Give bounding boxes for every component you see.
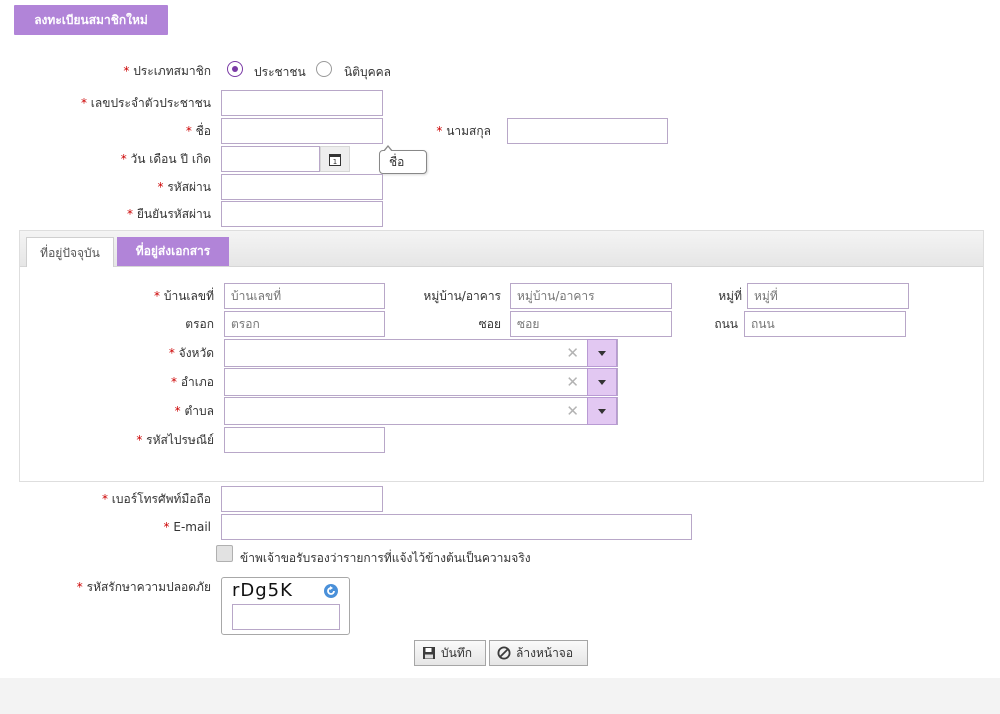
subdistrict-select[interactable]: ✕	[224, 397, 618, 425]
email-input[interactable]	[221, 514, 692, 540]
mobile-label: * เบอร์โทรศัพท์มือถือ	[101, 492, 211, 506]
clear-icon[interactable]: ✕	[566, 343, 579, 363]
first-name-input[interactable]	[221, 118, 383, 144]
member-type-label: * ประเภทสมาชิก	[123, 64, 211, 78]
radio-juristic[interactable]	[316, 61, 332, 77]
tab-mailing-address[interactable]: ที่อยู่ส่งเอกสาร	[117, 237, 229, 266]
radio-citizen[interactable]	[227, 61, 243, 77]
first-name-label: * ชื่อ	[185, 124, 211, 138]
dropdown-arrow-icon[interactable]	[587, 397, 617, 425]
tab-current-address[interactable]: ที่อยู่ปัจจุบัน	[26, 237, 114, 267]
email-label: * E-mail	[163, 520, 211, 534]
dropdown-arrow-icon[interactable]	[587, 339, 617, 367]
password-input[interactable]	[221, 174, 383, 200]
province-label: * จังหวัด	[168, 346, 214, 360]
village-label: หมู่บ้าน/อาคาร	[423, 289, 501, 303]
confirm-password-label: * ยืนยันรหัสผ่าน	[127, 207, 211, 221]
district-select[interactable]: ✕	[224, 368, 618, 396]
clear-button-label: ล้างหน้าจอ	[516, 646, 574, 660]
citizen-id-input[interactable]	[221, 90, 383, 116]
clear-button[interactable]: ล้างหน้าจอ	[489, 640, 588, 666]
page-title: ลงทะเบียนสมาชิกใหม่	[14, 5, 168, 35]
captcha-code: rDg5K	[232, 580, 293, 601]
certify-label: ข้าพเจ้าขอรับรองว่ารายการที่แจ้งไว้ข้างต…	[240, 551, 531, 565]
calendar-button[interactable]: 1	[320, 146, 350, 172]
calendar-icon: 1	[329, 154, 341, 166]
clear-icon[interactable]: ✕	[566, 372, 579, 392]
trok-input[interactable]	[224, 311, 385, 337]
village-input[interactable]	[510, 283, 672, 309]
captcha-input[interactable]	[232, 604, 340, 630]
moo-input[interactable]	[747, 283, 909, 309]
postcode-input[interactable]	[224, 427, 385, 453]
confirm-password-input[interactable]	[221, 201, 383, 227]
captcha-label: * รหัสรักษาความปลอดภัย	[76, 580, 211, 594]
moo-label: หมู่ที่	[718, 289, 742, 303]
clear-icon[interactable]: ✕	[566, 401, 579, 421]
soi-input[interactable]	[510, 311, 672, 337]
radio-citizen-label: ประชาชน	[254, 65, 306, 79]
password-label: * รหัสผ่าน	[157, 180, 211, 194]
save-button[interactable]: บันทึก	[414, 640, 486, 666]
dropdown-arrow-icon[interactable]	[587, 368, 617, 396]
road-input[interactable]	[744, 311, 906, 337]
last-name-input[interactable]	[507, 118, 668, 144]
floppy-icon	[423, 647, 435, 659]
subdistrict-label: * ตำบล	[174, 404, 214, 418]
citizen-id-label: * เลขประจำตัวประชาชน	[80, 96, 211, 110]
certify-checkbox[interactable]	[216, 545, 233, 562]
house-no-input[interactable]	[224, 283, 385, 309]
birth-date-label: * วัน เดือน ปี เกิด	[120, 152, 211, 166]
birth-date-input[interactable]	[221, 146, 320, 172]
mobile-input[interactable]	[221, 486, 383, 512]
soi-label: ซอย	[478, 317, 501, 331]
postcode-label: * รหัสไปรษณีย์	[136, 433, 214, 447]
refresh-icon[interactable]	[324, 584, 338, 598]
road-label: ถนน	[714, 317, 738, 331]
trok-label: ตรอก	[185, 317, 214, 331]
cancel-icon	[497, 646, 511, 660]
house-no-label: * บ้านเลขที่	[154, 289, 214, 303]
save-button-label: บันทึก	[441, 646, 472, 660]
svg-text:1: 1	[333, 158, 337, 166]
district-label: * อำเภอ	[171, 375, 214, 389]
last-name-label: * นามสกุล	[436, 124, 491, 138]
first-name-tooltip: ชื่อ	[379, 145, 427, 174]
province-select[interactable]: ✕	[224, 339, 618, 367]
radio-juristic-label: นิติบุคคล	[344, 65, 392, 79]
footer	[0, 678, 1000, 714]
